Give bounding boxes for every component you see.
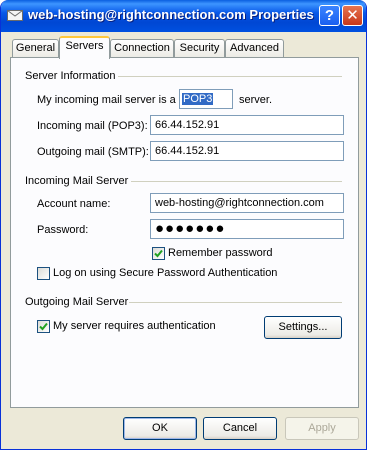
close-button[interactable]: ✕	[342, 5, 363, 26]
outgoing-mail-input[interactable]: 66.44.152.91	[150, 141, 344, 161]
apply-button[interactable]: Apply	[285, 417, 359, 440]
server-info-divider	[118, 76, 342, 77]
tab-connection[interactable]: Connection	[110, 39, 174, 57]
tab-advanced[interactable]: Advanced	[225, 39, 284, 57]
tab-security[interactable]: Security	[174, 39, 225, 57]
requires-auth-checkbox[interactable]	[37, 320, 50, 333]
password-label: Password:	[37, 224, 89, 236]
outgoing-server-divider	[129, 302, 342, 303]
ok-button[interactable]: OK	[123, 417, 197, 440]
checkmark-icon	[39, 322, 48, 331]
account-name-input[interactable]: web-hosting@rightconnection.com	[150, 193, 344, 213]
title-bar[interactable]: web-hosting@rightconnection.com Properti…	[1, 0, 366, 32]
settings-button[interactable]: Settings...	[264, 316, 342, 339]
incoming-server-divider	[131, 181, 342, 182]
incoming-type-prefix: My incoming mail server is a	[37, 94, 176, 106]
window-title: web-hosting@rightconnection.com Properti…	[28, 7, 314, 22]
incoming-server-type-value: POP3	[182, 93, 214, 105]
spa-label[interactable]: Log on using Secure Password Authenticat…	[53, 267, 277, 279]
password-input[interactable]: ●●●●●●●	[150, 219, 344, 239]
incoming-server-heading: Incoming Mail Server	[25, 175, 129, 187]
incoming-server-type-field[interactable]: POP3	[179, 89, 233, 109]
remember-password-label[interactable]: Remember password	[168, 247, 273, 259]
properties-dialog: web-hosting@rightconnection.com Properti…	[0, 0, 367, 450]
tab-general[interactable]: General	[12, 39, 59, 57]
requires-auth-label[interactable]: My server requires authentication	[53, 320, 216, 332]
mail-account-icon	[7, 10, 23, 21]
remember-password-checkbox[interactable]	[152, 247, 165, 260]
incoming-mail-label: Incoming mail (POP3):	[37, 120, 148, 132]
outgoing-server-heading: Outgoing Mail Server	[25, 296, 129, 308]
account-name-label: Account name:	[37, 198, 111, 210]
spa-checkbox[interactable]	[37, 267, 50, 280]
tab-servers[interactable]: Servers	[59, 36, 110, 59]
incoming-mail-input[interactable]: 66.44.152.91	[150, 115, 344, 135]
checkmark-icon	[154, 249, 163, 258]
outgoing-mail-label: Outgoing mail (SMTP):	[37, 146, 149, 158]
incoming-type-suffix: server.	[239, 94, 273, 106]
cancel-button[interactable]: Cancel	[203, 417, 277, 440]
help-button[interactable]: ?	[319, 5, 340, 26]
server-info-heading: Server Information	[25, 70, 116, 82]
